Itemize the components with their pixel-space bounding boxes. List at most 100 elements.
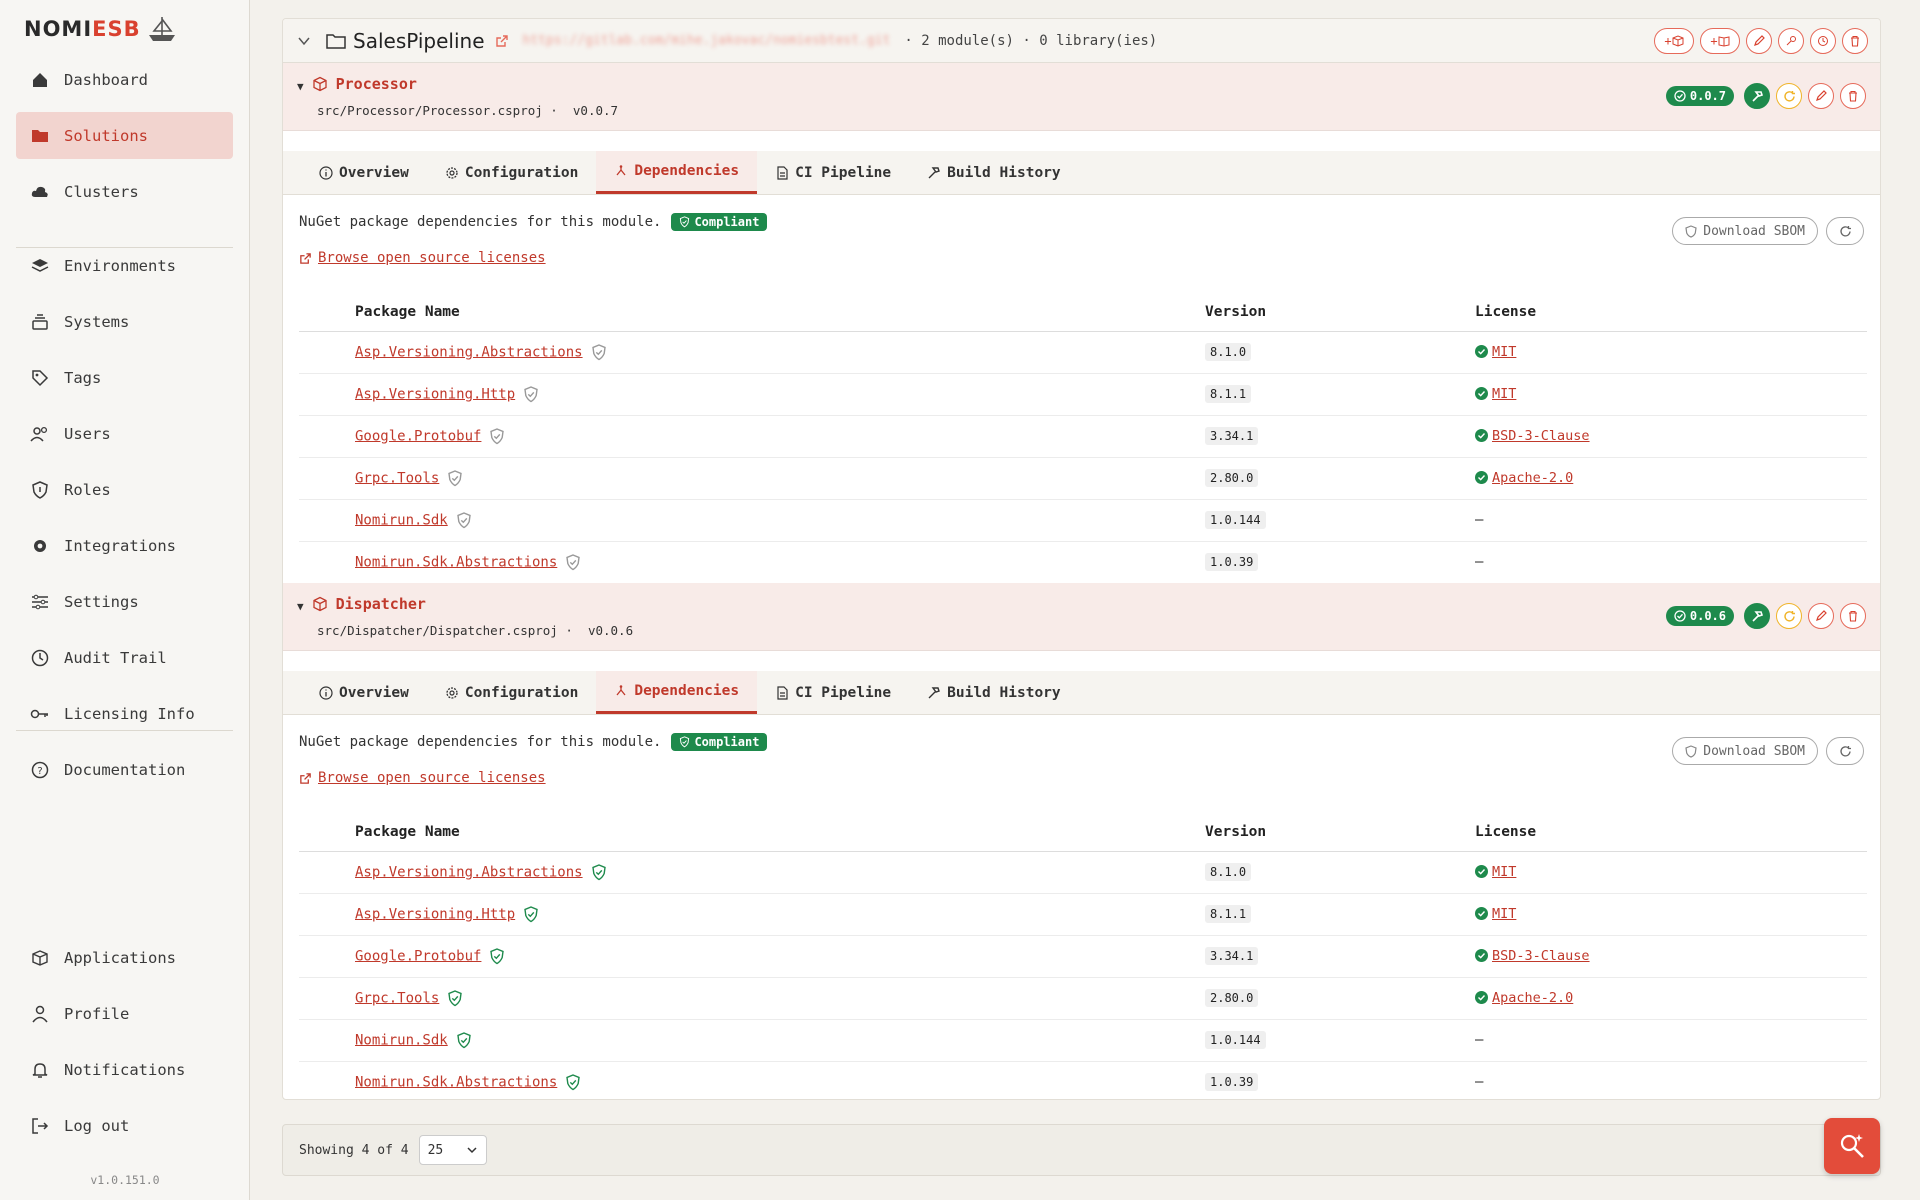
sidebar-item-users[interactable]: Users	[16, 410, 233, 457]
sidebar-item-documentation[interactable]: ? Documentation	[16, 746, 233, 793]
download-sbom-button[interactable]: Download SBOM	[1672, 217, 1818, 245]
sidebar-item-audit-trail[interactable]: Audit Trail	[16, 634, 233, 681]
package-link[interactable]: Nomirun.Sdk.Abstractions	[355, 1074, 557, 1090]
sidebar-item-label: Documentation	[64, 760, 186, 779]
package-link[interactable]: Asp.Versioning.Abstractions	[355, 344, 583, 360]
sidebar-item-tags[interactable]: Tags	[16, 354, 233, 401]
sidebar-item-systems[interactable]: Systems	[16, 298, 233, 345]
license-link[interactable]: BSD-3-Clause	[1492, 948, 1590, 964]
add-module-button[interactable]: +	[1654, 28, 1694, 54]
clock-icon	[30, 648, 50, 668]
refresh-dependencies-button[interactable]	[1826, 737, 1864, 765]
sidebar-item-dashboard[interactable]: Dashboard	[16, 56, 233, 103]
package-link[interactable]: Nomirun.Sdk	[355, 512, 448, 528]
sidebar-item-settings[interactable]: Settings	[16, 578, 233, 625]
box-icon	[1672, 35, 1684, 47]
package-link[interactable]: Asp.Versioning.Http	[355, 906, 515, 922]
chevron-down-icon[interactable]	[297, 34, 311, 48]
package-link[interactable]: Asp.Versioning.Abstractions	[355, 864, 583, 880]
edit-module-button[interactable]	[1808, 603, 1834, 629]
tab-configuration[interactable]: Configuration	[427, 671, 597, 714]
column-header[interactable]: License	[1475, 293, 1867, 332]
sidebar-item-label: Systems	[64, 312, 130, 331]
tab-build-history[interactable]: Build History	[909, 151, 1079, 194]
delete-module-button[interactable]	[1840, 83, 1866, 109]
table-row: Grpc.Tools 2.80.0 Apache-2.0	[299, 457, 1867, 500]
tab-overview[interactable]: Overview	[301, 671, 427, 714]
sidebar-item-notifications[interactable]: Notifications	[16, 1046, 233, 1093]
sync-button[interactable]	[1776, 83, 1802, 109]
license-link[interactable]: Apache-2.0	[1492, 990, 1573, 1006]
collapse-toggle-icon[interactable]: ▼	[297, 80, 304, 93]
trash-icon	[1849, 90, 1857, 102]
column-header[interactable]: Version	[1205, 293, 1475, 332]
sidebar-item-applications[interactable]: Applications	[16, 934, 233, 981]
tab-ci-pipeline[interactable]: CI Pipeline	[757, 671, 909, 714]
license-link[interactable]: MIT	[1492, 386, 1516, 402]
sidebar-item-profile[interactable]: Profile	[16, 990, 233, 1037]
package-link[interactable]: Nomirun.Sdk	[355, 1032, 448, 1048]
build-button[interactable]	[1744, 603, 1770, 629]
license-link[interactable]: MIT	[1492, 344, 1516, 360]
sync-button[interactable]	[1776, 603, 1802, 629]
package-link[interactable]: Nomirun.Sdk.Abstractions	[355, 554, 557, 570]
tab-dependencies[interactable]: Dependencies	[596, 151, 758, 194]
browse-licenses-link[interactable]: Browse open source licenses	[299, 250, 546, 266]
dependencies-description: NuGet package dependencies for this modu…	[299, 733, 768, 751]
info-icon	[319, 165, 333, 180]
package-link[interactable]: Google.Protobuf	[355, 948, 481, 964]
package-link[interactable]: Asp.Versioning.Http	[355, 386, 515, 402]
license-link[interactable]: MIT	[1492, 906, 1516, 922]
sidebar-item-solutions[interactable]: Solutions	[16, 112, 233, 159]
tab-build-history[interactable]: Build History	[909, 671, 1079, 714]
edit-module-button[interactable]	[1808, 83, 1834, 109]
license-link[interactable]: Apache-2.0	[1492, 470, 1573, 486]
module-actions: 0.0.6	[1665, 603, 1866, 629]
column-header[interactable]: License	[1475, 813, 1867, 852]
check-circle-icon	[1475, 949, 1488, 963]
history-button[interactable]	[1810, 28, 1836, 54]
folder-icon	[30, 126, 50, 146]
sidebar-item-log-out[interactable]: Log out	[16, 1102, 233, 1149]
sidebar-item-environments[interactable]: Environments	[16, 242, 233, 289]
tab-ci-pipeline[interactable]: CI Pipeline	[757, 151, 909, 194]
tab-label: Build History	[947, 164, 1061, 181]
add-library-button[interactable]: +	[1700, 28, 1740, 54]
repository-url[interactable]: https://gitlab.com/mihe.jakovac/nomiesbt…	[523, 33, 891, 48]
sidebar-item-integrations[interactable]: Integrations	[16, 522, 233, 569]
page-size-select[interactable]: 25	[418, 1135, 487, 1165]
build-button[interactable]	[1744, 83, 1770, 109]
module-version: v0.0.7	[572, 103, 619, 118]
sidebar-item-roles[interactable]: Roles	[16, 466, 233, 513]
module-title[interactable]: ▼ Dispatcher	[297, 595, 426, 613]
column-header[interactable]: Package Name	[355, 813, 1205, 852]
tab-overview[interactable]: Overview	[301, 151, 427, 194]
module-title[interactable]: ▼ Processor	[297, 75, 417, 93]
license-link[interactable]: BSD-3-Clause	[1492, 428, 1590, 444]
key-button[interactable]	[1778, 28, 1804, 54]
delete-solution-button[interactable]	[1842, 28, 1868, 54]
package-link[interactable]: Grpc.Tools	[355, 990, 439, 1006]
edit-solution-button[interactable]	[1746, 28, 1772, 54]
column-header[interactable]: Package Name	[355, 293, 1205, 332]
tab-configuration[interactable]: Configuration	[427, 151, 597, 194]
package-link[interactable]: Google.Protobuf	[355, 428, 481, 444]
collapse-toggle-icon[interactable]: ▼	[297, 600, 304, 613]
column-header[interactable]: Version	[1205, 813, 1475, 852]
refresh-dependencies-button[interactable]	[1826, 217, 1864, 245]
browse-label: Browse open source licenses	[318, 770, 546, 786]
sidebar-item-licensing-info[interactable]: Licensing Info	[16, 690, 233, 737]
logo[interactable]: NOMIESB	[24, 10, 177, 48]
license-link[interactable]: MIT	[1492, 864, 1516, 880]
tab-dependencies[interactable]: Dependencies	[596, 671, 758, 714]
delete-module-button[interactable]	[1840, 603, 1866, 629]
package-link[interactable]: Grpc.Tools	[355, 470, 439, 486]
solution-actions: + +	[1654, 28, 1868, 54]
assistant-fab-button[interactable]	[1824, 1118, 1880, 1174]
sidebar-item-clusters[interactable]: Clusters	[16, 168, 233, 215]
deployed-version-badge: 0.0.6	[1665, 606, 1734, 626]
browse-licenses-link[interactable]: Browse open source licenses	[299, 770, 546, 786]
external-link-icon[interactable]	[495, 34, 509, 48]
download-sbom-button[interactable]: Download SBOM	[1672, 737, 1818, 765]
module-tabs: Overview Configuration Dependencies CI Pipe…	[283, 151, 1880, 195]
